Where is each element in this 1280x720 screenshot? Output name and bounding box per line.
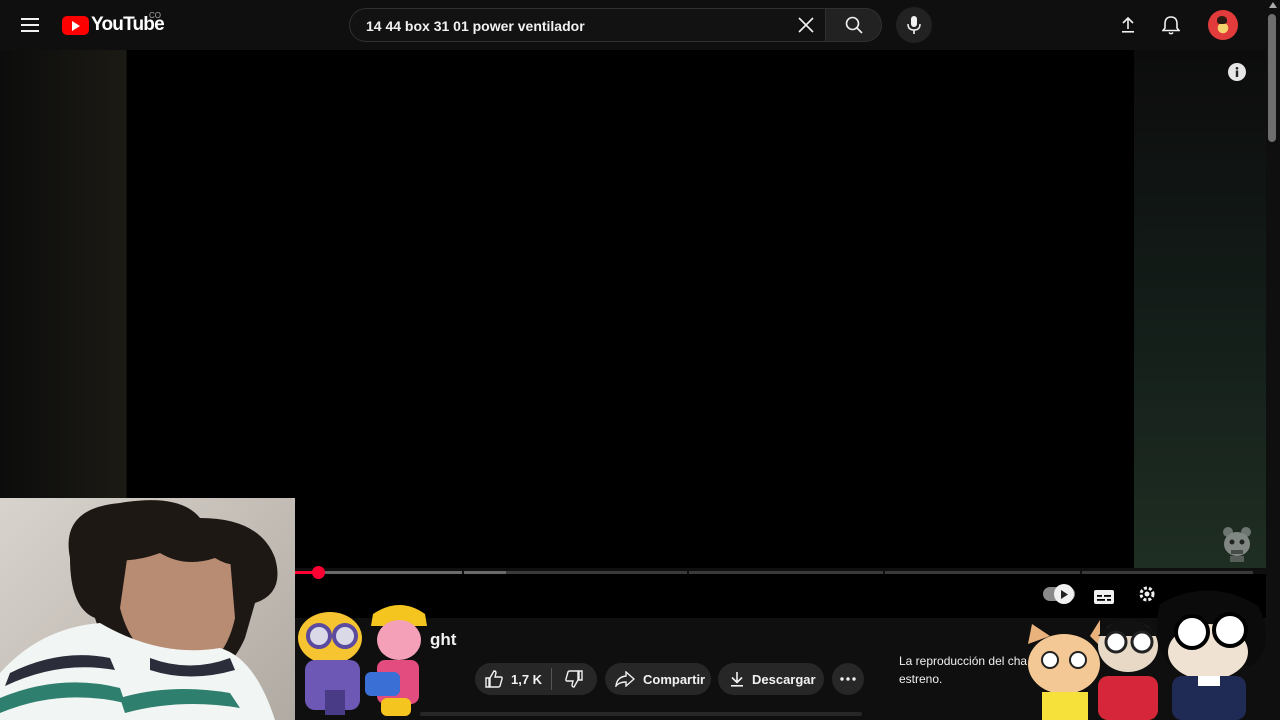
scrubber-handle[interactable]: [312, 566, 325, 579]
download-button[interactable]: Descargar: [718, 663, 824, 695]
masthead: YouTube CO: [0, 0, 1280, 50]
notifications-button[interactable]: [1157, 11, 1185, 39]
close-icon[interactable]: [792, 11, 820, 39]
bell-icon: [1162, 16, 1180, 35]
thumbs-up-icon: [485, 670, 503, 688]
scrollbar-thumb[interactable]: [1268, 14, 1276, 142]
country-code: CO: [149, 11, 161, 20]
like-count: 1,7 K: [511, 671, 543, 687]
chapter-marker: [883, 571, 885, 574]
share-icon: [615, 671, 635, 687]
bear-mascot-watermark: [1220, 526, 1254, 562]
avatar[interactable]: [1208, 10, 1238, 40]
search-input[interactable]: [364, 9, 788, 43]
description-box-edge: [420, 712, 862, 716]
dislike-button[interactable]: [552, 663, 596, 695]
upload-button[interactable]: [1114, 11, 1142, 39]
search-icon: [845, 16, 863, 34]
ambient-glow-right: [1134, 50, 1266, 568]
webcam-overlay: [0, 498, 295, 720]
info-icon[interactable]: [1228, 63, 1246, 81]
upload-icon: [1122, 17, 1134, 33]
chapter-marker: [1080, 571, 1082, 574]
menu-icon[interactable]: [14, 9, 46, 41]
youtube-logo[interactable]: YouTube CO: [62, 11, 165, 36]
more-horizontal-icon: [840, 677, 856, 681]
video-player[interactable]: [127, 50, 1134, 568]
youtube-play-icon: [62, 15, 89, 35]
like-button[interactable]: 1,7 K: [475, 663, 551, 695]
chapter-marker: [462, 571, 464, 574]
microphone-icon: [907, 16, 921, 34]
cartoon-characters-overlay: [1020, 584, 1280, 720]
voice-search-button[interactable]: [896, 7, 932, 43]
like-dislike-group: 1,7 K: [475, 663, 597, 695]
game-characters-overlay: [295, 598, 435, 720]
search-box: [349, 8, 825, 43]
share-label: Compartir: [643, 671, 706, 687]
download-icon: [731, 672, 743, 687]
progress-buffered: [295, 571, 506, 574]
thumbs-down-icon: [565, 670, 583, 688]
share-button[interactable]: Compartir: [605, 663, 711, 695]
chat-replay-notice: La reproducción del cha estreno.: [899, 654, 1028, 686]
download-label: Descargar: [752, 671, 816, 687]
more-actions-button[interactable]: [832, 663, 864, 695]
scroll-up-arrow[interactable]: [1269, 2, 1277, 8]
search-button[interactable]: [825, 8, 882, 42]
chapter-marker: [687, 571, 689, 574]
